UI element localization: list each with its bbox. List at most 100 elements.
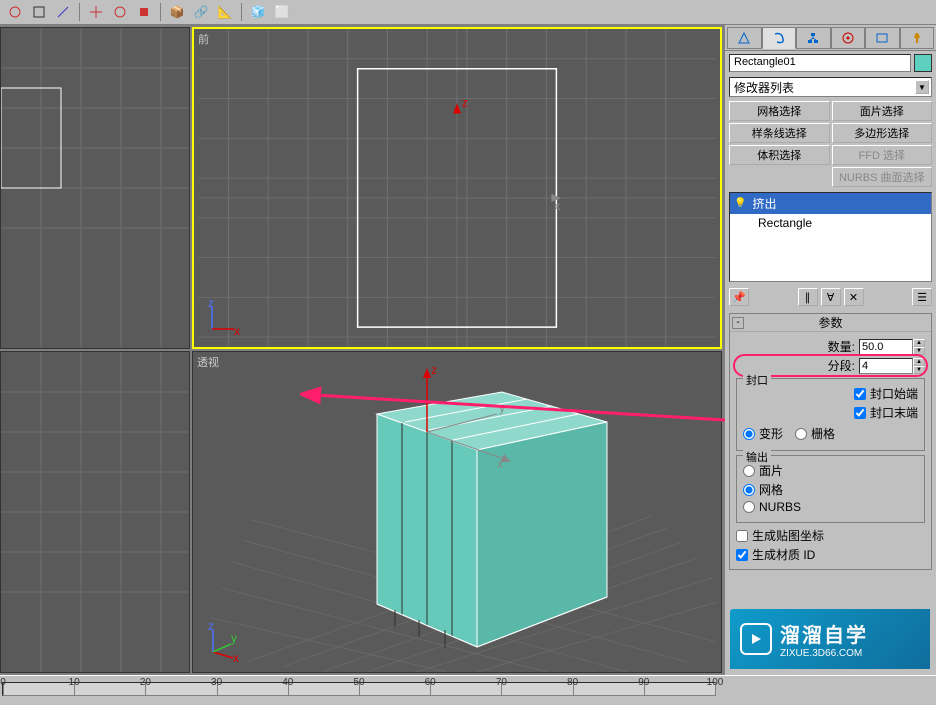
toolbar-icon[interactable] <box>85 2 107 22</box>
stack-item-extrude[interactable]: 挤出 <box>730 193 931 214</box>
modifier-buttons: 网格选择 面片选择 样条线选择 多边形选择 体积选择 FFD 选择 NURBS … <box>725 99 936 189</box>
cap-group: 封口 封口始端 封口末端 变形 栅格 <box>736 378 925 451</box>
toolbar: 📦 🔗 📐 🧊 ⬜ <box>0 0 936 25</box>
toolbar-icon[interactable]: 🔗 <box>190 2 212 22</box>
spline-select-button[interactable]: 样条线选择 <box>729 123 830 143</box>
pin-stack-icon[interactable]: 📌 <box>729 288 749 306</box>
vol-select-button[interactable]: 体积选择 <box>729 145 830 165</box>
viewport-label: 前 <box>198 31 209 47</box>
toolbar-icon[interactable] <box>52 2 74 22</box>
toolbar-icon[interactable]: 📐 <box>214 2 236 22</box>
amount-label: 数量: <box>828 338 855 355</box>
out-mesh-radio[interactable] <box>743 484 755 496</box>
tab-motion[interactable] <box>831 27 866 49</box>
show-end-result-icon[interactable]: ∥ <box>798 288 818 306</box>
collapse-icon: - <box>732 317 744 329</box>
rollout-header[interactable]: - 参数 <box>730 314 931 332</box>
svg-text:z: z <box>208 622 214 633</box>
toolbar-icon[interactable]: 🧊 <box>247 2 269 22</box>
grid <box>1 352 189 672</box>
svg-text:x: x <box>234 324 240 337</box>
object-name-field[interactable]: Rectangle01 <box>729 54 911 72</box>
toolbar-icon[interactable]: ⬜ <box>271 2 293 22</box>
configure-sets-icon[interactable]: ☰ <box>912 288 932 306</box>
toolbar-icon[interactable] <box>109 2 131 22</box>
gen-matid-checkbox[interactable] <box>736 549 748 561</box>
out-nurbs-radio[interactable] <box>743 501 755 513</box>
command-panel: Rectangle01 修改器列表 ▼ 网格选择 面片选择 样条线选择 多边形选… <box>724 25 936 675</box>
watermark: 溜溜自学 ZIXUE.3D66.COM <box>730 609 930 669</box>
axis-gizmo: z x y <box>203 622 243 662</box>
spinner-up-icon[interactable]: ▲ <box>913 358 925 366</box>
modifier-stack[interactable]: 挤出 Rectangle <box>729 192 932 282</box>
ffd-select-button[interactable]: FFD 选择 <box>832 145 933 165</box>
poly-select-button[interactable]: 多边形选择 <box>832 123 933 143</box>
toolbar-icon[interactable]: 📦 <box>166 2 188 22</box>
viewport-area: 前 <box>0 25 724 675</box>
cap-end-label: 封口末端 <box>870 404 918 421</box>
dropdown-label: 修改器列表 <box>734 79 794 96</box>
rollout-title: 参数 <box>818 314 842 331</box>
tab-modify[interactable] <box>762 27 797 49</box>
make-unique-icon[interactable]: ∀ <box>821 288 841 306</box>
svg-text:y: y <box>499 401 505 415</box>
time-ruler[interactable]: 0 10 20 30 40 50 60 70 80 90 100 <box>0 675 936 703</box>
spinner-down-icon[interactable]: ▼ <box>913 366 925 374</box>
object-color-swatch[interactable] <box>914 54 932 72</box>
group-legend: 输出 <box>743 449 771 465</box>
play-icon <box>740 623 772 655</box>
tab-utilities[interactable] <box>900 27 935 49</box>
watermark-url: ZIXUE.3D66.COM <box>780 648 868 659</box>
nurbs-surf-button[interactable]: NURBS 曲面选择 <box>832 167 933 187</box>
toolbar-icon[interactable] <box>133 2 155 22</box>
toolbar-icon[interactable] <box>28 2 50 22</box>
tab-display[interactable] <box>865 27 900 49</box>
svg-text:x: x <box>554 199 560 213</box>
gen-map-checkbox[interactable] <box>736 530 748 542</box>
grid-radio[interactable] <box>795 428 807 440</box>
perspective-scene: z x y <box>193 352 721 672</box>
axis-gizmo: z x <box>204 297 244 337</box>
remove-modifier-icon[interactable]: ✕ <box>844 288 864 306</box>
command-panel-tabs <box>725 25 936 51</box>
segments-spinner[interactable]: ▲▼ <box>859 358 925 374</box>
cap-end-checkbox[interactable] <box>854 407 866 419</box>
svg-text:y: y <box>231 631 237 645</box>
svg-text:z: z <box>462 96 468 110</box>
grid: z x <box>194 29 720 347</box>
stack-item-rectangle[interactable]: Rectangle <box>730 214 931 232</box>
viewport-top[interactable] <box>0 27 190 349</box>
stack-tools: 📌 ∥ ∀ ✕ ☰ <box>725 285 936 309</box>
svg-text:x: x <box>233 651 239 662</box>
spinner-down-icon[interactable]: ▼ <box>913 347 925 355</box>
chevron-down-icon: ▼ <box>915 80 929 94</box>
segments-label: 分段: <box>828 357 855 374</box>
out-patch-radio[interactable] <box>743 465 755 477</box>
mesh-select-button[interactable]: 网格选择 <box>729 101 830 121</box>
patch-select-button[interactable]: 面片选择 <box>832 101 933 121</box>
morph-radio[interactable] <box>743 428 755 440</box>
viewport-label: 透视 <box>197 354 219 370</box>
tab-hierarchy[interactable] <box>796 27 831 49</box>
amount-spinner[interactable]: ▲▼ <box>859 339 925 355</box>
svg-text:z: z <box>208 297 214 310</box>
grid <box>1 28 189 348</box>
svg-text:x: x <box>497 457 503 471</box>
group-legend: 封口 <box>743 372 771 388</box>
tab-create[interactable] <box>727 27 762 49</box>
ruler-track[interactable]: 0 10 20 30 40 50 60 70 80 90 100 <box>2 682 716 696</box>
segments-input[interactable] <box>859 358 913 374</box>
svg-text:z: z <box>431 363 437 377</box>
spinner-up-icon[interactable]: ▲ <box>913 339 925 347</box>
amount-input[interactable] <box>859 339 913 355</box>
viewport-perspective[interactable]: 透视 <box>192 351 722 673</box>
rollout-parameters: - 参数 数量: ▲▼ 分段: ▲▼ <box>729 313 932 570</box>
watermark-title: 溜溜自学 <box>780 619 868 648</box>
cap-start-label: 封口始端 <box>870 385 918 402</box>
output-group: 输出 面片 网格 NURBS <box>736 455 925 523</box>
cap-start-checkbox[interactable] <box>854 388 866 400</box>
viewport-front[interactable]: 前 <box>192 27 722 349</box>
viewport-left[interactable] <box>0 351 190 673</box>
modifier-list-dropdown[interactable]: 修改器列表 ▼ <box>729 77 932 97</box>
toolbar-icon[interactable] <box>4 2 26 22</box>
